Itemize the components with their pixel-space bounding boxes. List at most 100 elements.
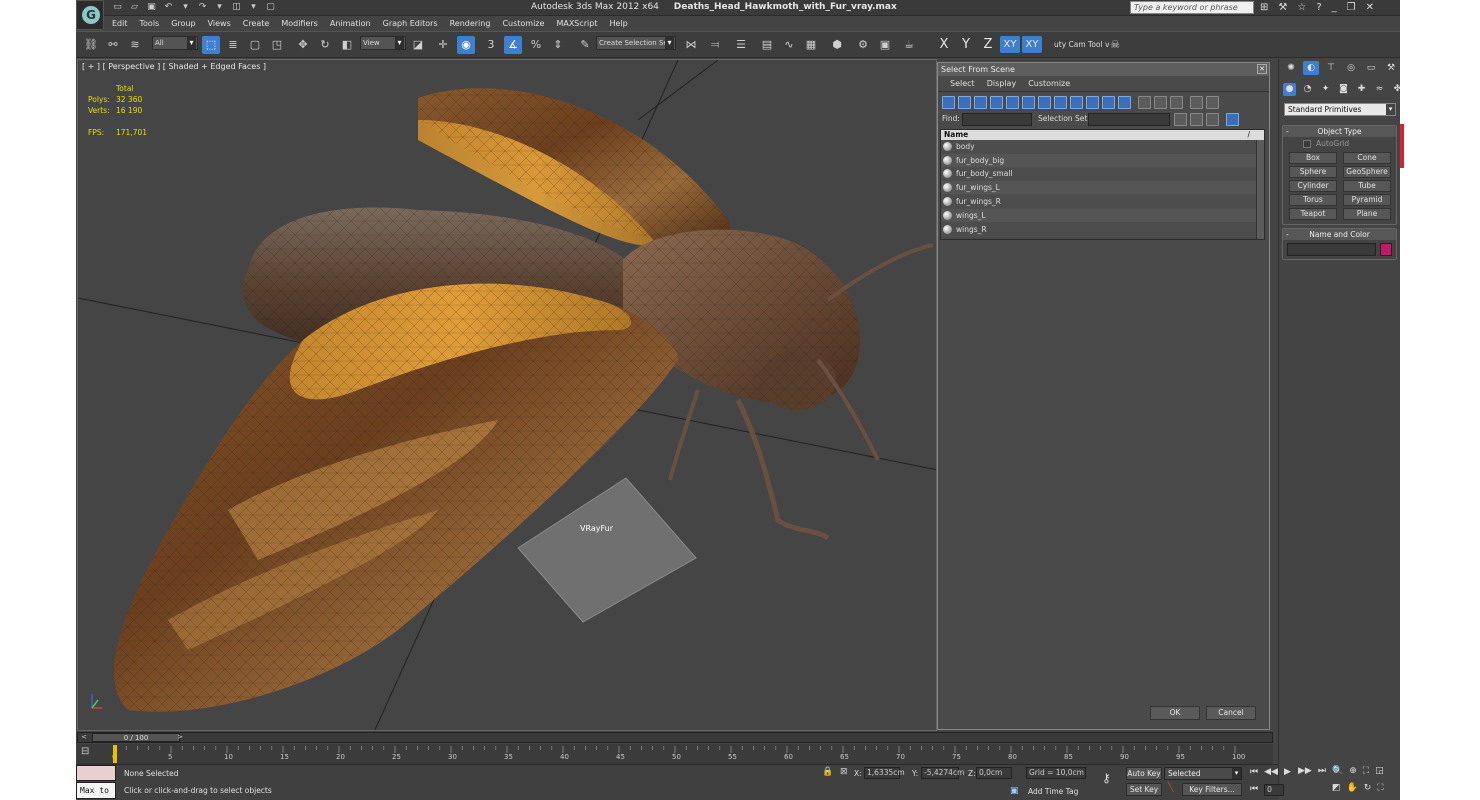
help-search-input[interactable]: Type a keyword or phrase — [1130, 1, 1254, 14]
scale-icon[interactable]: ◧ — [338, 36, 356, 54]
schematic-view-icon[interactable]: ▦ — [802, 36, 820, 54]
reference-coord-dropdown[interactable]: View — [360, 36, 406, 50]
save-icon[interactable]: ▣ — [146, 2, 157, 13]
shapes-icon[interactable]: ◔ — [1301, 83, 1314, 96]
menu-help[interactable]: Help — [604, 17, 634, 30]
primitive-category-dropdown[interactable]: Standard Primitives — [1284, 103, 1396, 116]
list-item[interactable]: fur_body_big — [941, 153, 1264, 168]
display-frozen-icon[interactable] — [1102, 96, 1115, 109]
lights-icon[interactable]: ✦ — [1319, 83, 1332, 96]
maxscript-listener-field[interactable] — [76, 765, 116, 781]
space-warps-icon[interactable]: ≈ — [1373, 83, 1386, 96]
list-item[interactable]: fur_wings_R — [941, 195, 1264, 209]
x-coord-field[interactable]: 1,6335cm — [864, 767, 905, 779]
move-icon[interactable]: ✥ — [294, 36, 312, 54]
display-all-icon[interactable] — [1138, 96, 1151, 109]
cone-button[interactable]: Cone — [1343, 152, 1391, 164]
menu-rendering[interactable]: Rendering — [444, 17, 497, 30]
display-space-warps-icon[interactable] — [1022, 96, 1035, 109]
play-icon[interactable]: ▶ — [1284, 767, 1291, 777]
plugin-toolbar-label[interactable]: uty Cam Tool v — [1054, 40, 1109, 49]
current-frame-field[interactable]: 0 — [1264, 784, 1285, 796]
selection-set-icon-1[interactable] — [1174, 113, 1187, 126]
pan-icon[interactable]: ✋ — [1347, 783, 1358, 793]
list-item[interactable]: fur_wings_L — [941, 181, 1264, 196]
key-mode-dropdown[interactable]: Selected — [1164, 767, 1242, 780]
project-folder-icon[interactable]: ▢ — [265, 2, 276, 13]
angle-snap-icon[interactable]: ∡ — [504, 36, 522, 54]
helpers-icon[interactable]: ✚ — [1355, 83, 1368, 96]
help-icon[interactable]: ? — [1316, 2, 1321, 13]
lock-selection-icon[interactable]: 🔒 — [822, 767, 833, 777]
zoom-extents-icon[interactable]: ⛶ — [1363, 766, 1369, 776]
new-file-icon[interactable]: ▭ — [112, 2, 123, 13]
track-bar[interactable]: ⊟ 05101520253035404550556065707580859095… — [77, 744, 1273, 764]
time-slider-next-icon[interactable]: > — [174, 733, 186, 742]
menu-edit[interactable]: Edit — [106, 17, 134, 30]
axis-x-button[interactable]: X — [934, 37, 954, 52]
dialog-menu-display[interactable]: Display — [983, 76, 1021, 91]
systems-icon[interactable]: ✤ — [1391, 83, 1400, 96]
menu-views[interactable]: Views — [202, 17, 237, 30]
menu-customize[interactable]: Customize — [496, 17, 550, 30]
time-tag-icon[interactable]: ▣ — [1010, 786, 1019, 796]
ok-button[interactable]: OK — [1150, 706, 1200, 720]
undo-dropdown-icon[interactable]: ▾ — [180, 2, 191, 13]
edit-named-selection-icon[interactable]: ✎ — [576, 36, 594, 54]
utilities-tab-icon[interactable]: ⚒ — [1383, 61, 1399, 75]
display-groups-icon[interactable] — [1038, 96, 1051, 109]
axis-z-button[interactable]: Z — [978, 37, 998, 52]
viewport-label[interactable]: [ + ] [ Perspective ] [ Shaded + Edged F… — [82, 62, 266, 71]
display-helpers-icon[interactable] — [1006, 96, 1019, 109]
filter-options-icon[interactable] — [1206, 96, 1219, 109]
app-logo-button[interactable]: G — [76, 0, 104, 30]
display-invert-icon[interactable] — [1170, 96, 1183, 109]
spinner-snap-icon[interactable]: ⇕ — [549, 36, 567, 54]
zoom-all-icon[interactable]: ⊕ — [1349, 766, 1357, 776]
list-item[interactable]: body — [941, 140, 1264, 154]
minimize-icon[interactable]: _ — [1332, 2, 1337, 13]
z-coord-field[interactable]: 0,0cm — [976, 767, 1012, 779]
close-icon[interactable]: ✕ — [1366, 2, 1374, 13]
display-containers-icon[interactable] — [1086, 96, 1099, 109]
create-tab-icon[interactable]: ✺ — [1283, 61, 1299, 75]
render-setup-icon[interactable]: ⚙ — [854, 36, 872, 54]
y-coord-field[interactable]: -5,4274cm — [921, 767, 964, 779]
cancel-button[interactable]: Cancel — [1206, 706, 1256, 720]
bind-space-warp-icon[interactable]: ≋ — [126, 36, 144, 54]
undo-icon[interactable]: ↶ — [163, 2, 174, 13]
add-time-tag-button[interactable]: Add Time Tag — [1028, 787, 1078, 796]
motion-tab-icon[interactable]: ◎ — [1343, 61, 1359, 75]
snaps-toggle-icon[interactable]: 3 — [482, 36, 500, 54]
open-file-icon[interactable]: ▱ — [129, 2, 140, 13]
selection-set-dropdown[interactable] — [1088, 113, 1170, 126]
tube-button[interactable]: Tube — [1343, 180, 1391, 192]
perspective-viewport[interactable]: [ + ] [ Perspective ] [ Shaded + Edged F… — [77, 59, 937, 731]
maxscript-mini-listener[interactable]: Max to — [76, 782, 116, 799]
hold-icon[interactable]: ◫ — [231, 2, 242, 13]
filter-icon[interactable] — [1190, 96, 1203, 109]
menu-maxscript[interactable]: MAXScript — [550, 17, 603, 30]
keyboard-shortcut-icon[interactable]: ◉ — [457, 36, 475, 54]
object-type-title[interactable]: Object Type — [1283, 126, 1396, 137]
menu-group[interactable]: Group — [165, 17, 201, 30]
render-production-icon[interactable]: ☕ — [900, 36, 918, 54]
field-of-view-icon[interactable]: ◩ — [1332, 783, 1341, 793]
hierarchy-tab-icon[interactable]: ⊤ — [1323, 61, 1339, 75]
cylinder-button[interactable]: Cylinder — [1289, 180, 1337, 192]
plane-button[interactable]: Plane — [1343, 208, 1391, 220]
axis-xy-button[interactable]: XY — [1000, 36, 1020, 53]
find-input[interactable] — [962, 113, 1032, 126]
modify-tab-icon[interactable]: ◐ — [1303, 61, 1319, 75]
sphere-button[interactable]: Sphere — [1289, 166, 1337, 178]
redo-dropdown-icon[interactable]: ▾ — [214, 2, 225, 13]
key-filters-button[interactable]: Key Filters... — [1182, 783, 1242, 796]
display-shapes-icon[interactable] — [958, 96, 971, 109]
list-item[interactable]: wings_R — [941, 222, 1264, 237]
geometry-icon[interactable]: ● — [1283, 83, 1296, 96]
display-xrefs-icon[interactable] — [1054, 96, 1067, 109]
auto-key-button[interactable]: Auto Key — [1126, 767, 1162, 780]
rotate-icon[interactable]: ↻ — [316, 36, 334, 54]
window-crossing-icon[interactable]: ◳ — [268, 36, 286, 54]
binoculars-icon[interactable]: ⊞ — [1260, 2, 1268, 13]
